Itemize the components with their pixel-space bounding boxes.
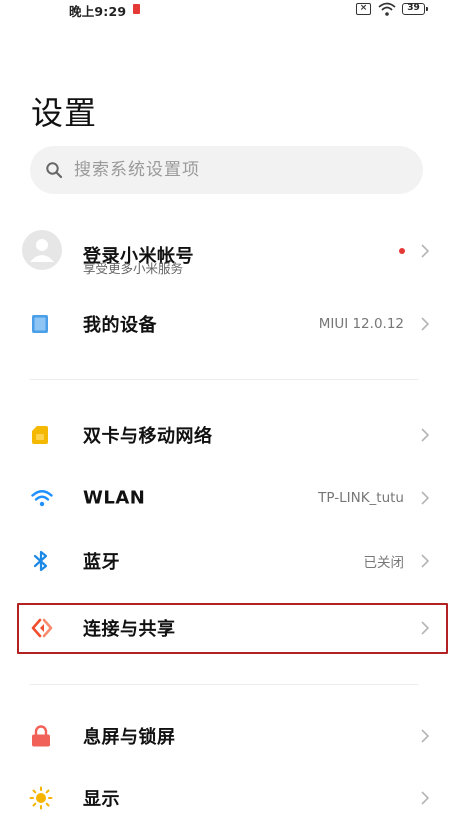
status-time: 晚上9:29: [69, 4, 127, 19]
connection-sharing-icon: [31, 618, 53, 638]
chevron-right-icon: [421, 428, 430, 442]
settings-item-connection-sharing[interactable]: 连接与共享: [0, 597, 461, 659]
device-icon: [32, 315, 48, 333]
settings-item-bluetooth[interactable]: 蓝牙 已关闭: [0, 530, 461, 592]
page-title: 设置: [31, 94, 98, 132]
settings-item-value: TP-LINK_tutu: [318, 490, 404, 506]
chevron-right-icon: [421, 791, 430, 805]
status-bar: 晚上9:29 × 39: [0, 0, 461, 22]
chevron-right-icon: [421, 244, 430, 258]
brightness-icon: [29, 786, 53, 810]
settings-item-label: WLAN: [83, 487, 146, 509]
settings-item-label: 息屏与锁屏: [83, 727, 176, 748]
account-sublabel: 享受更多小米服务: [83, 261, 184, 276]
settings-item-my-device[interactable]: 我的设备 MIUI 12.0.12: [0, 293, 461, 355]
settings-item-label: 双卡与移动网络: [83, 426, 213, 447]
settings-item-display[interactable]: 显示: [0, 767, 461, 829]
section-divider: [30, 379, 418, 380]
wifi-icon: [31, 490, 53, 507]
notification-icon: [133, 4, 140, 14]
chevron-right-icon: [421, 317, 430, 331]
wifi-status-icon: [378, 2, 396, 16]
sim-card-icon: [32, 426, 48, 444]
settings-item-lock-screen[interactable]: 息屏与锁屏: [0, 705, 461, 767]
settings-item-wlan[interactable]: WLAN TP-LINK_tutu: [0, 467, 461, 529]
lock-icon: [32, 725, 50, 747]
chevron-right-icon: [421, 621, 430, 635]
settings-item-value: 已关闭: [363, 555, 405, 571]
chevron-right-icon: [421, 554, 430, 568]
settings-item-label: 连接与共享: [83, 619, 176, 640]
settings-item-sim[interactable]: 双卡与移动网络: [0, 404, 461, 466]
avatar-icon: [22, 230, 62, 270]
sim-status-icon: ×: [356, 3, 371, 15]
notification-dot: [399, 248, 405, 254]
account-login-row[interactable]: 登录小米帐号 享受更多小米服务: [0, 218, 461, 284]
search-input[interactable]: [74, 146, 404, 194]
search-icon: [46, 162, 63, 179]
settings-item-label: 蓝牙: [83, 552, 120, 573]
settings-item-value: MIUI 12.0.12: [318, 316, 404, 332]
section-divider: [30, 684, 418, 685]
chevron-right-icon: [421, 729, 430, 743]
chevron-right-icon: [421, 491, 430, 505]
settings-item-label: 我的设备: [83, 315, 157, 336]
settings-item-label: 显示: [83, 789, 120, 810]
battery-icon: 39: [402, 3, 428, 15]
bluetooth-icon: [33, 550, 48, 572]
search-bar[interactable]: [30, 146, 423, 194]
